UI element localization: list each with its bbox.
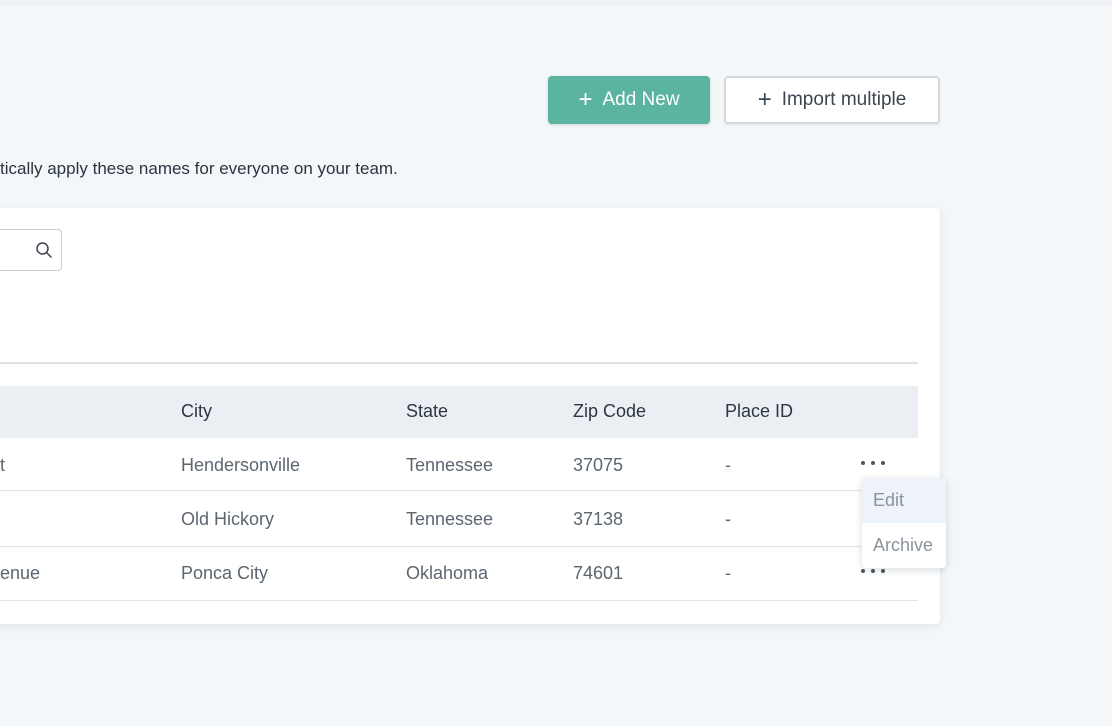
add-new-label: Add New: [602, 89, 680, 110]
cell-city: Hendersonville: [181, 455, 301, 475]
row-divider: [0, 600, 918, 601]
row-divider: [0, 490, 918, 491]
menu-item-edit[interactable]: Edit: [862, 478, 946, 523]
cell-state: Oklahoma: [406, 563, 489, 583]
row-actions-icon[interactable]: [861, 455, 885, 471]
cell-zip-code: 37138: [573, 509, 624, 529]
cell-place-id: -: [725, 455, 731, 475]
cell-address: enue: [0, 563, 41, 583]
menu-item-archive[interactable]: Archive: [862, 523, 946, 568]
cell-city: Ponca City: [181, 563, 269, 583]
cell-state: Tennessee: [406, 455, 494, 475]
row-actions-menu: Edit Archive: [862, 478, 946, 568]
cell-zip-code: 74601: [573, 563, 624, 583]
column-header-city[interactable]: City: [181, 401, 212, 422]
import-multiple-button[interactable]: + Import multiple: [724, 76, 940, 124]
column-header-place-id[interactable]: Place ID: [725, 401, 793, 422]
add-new-button[interactable]: + Add New: [548, 76, 710, 124]
cell-address: t: [0, 455, 6, 475]
search-icon[interactable]: [35, 241, 53, 259]
cell-state: Tennessee: [406, 509, 494, 529]
cell-place-id: -: [725, 563, 731, 583]
cell-zip-code: 37075: [573, 455, 624, 475]
row-divider: [0, 546, 918, 547]
divider: [0, 362, 918, 364]
cell-place-id: -: [725, 509, 731, 529]
import-multiple-label: Import multiple: [781, 89, 907, 110]
cell-city: Old Hickory: [181, 509, 275, 529]
page-description: tically apply these names for everyone o…: [0, 159, 398, 178]
plus-icon: +: [578, 86, 593, 113]
plus-icon: +: [757, 86, 772, 113]
column-header-state[interactable]: State: [406, 401, 448, 422]
column-header-zip-code[interactable]: Zip Code: [573, 401, 646, 422]
top-bar: [0, 0, 1112, 3]
